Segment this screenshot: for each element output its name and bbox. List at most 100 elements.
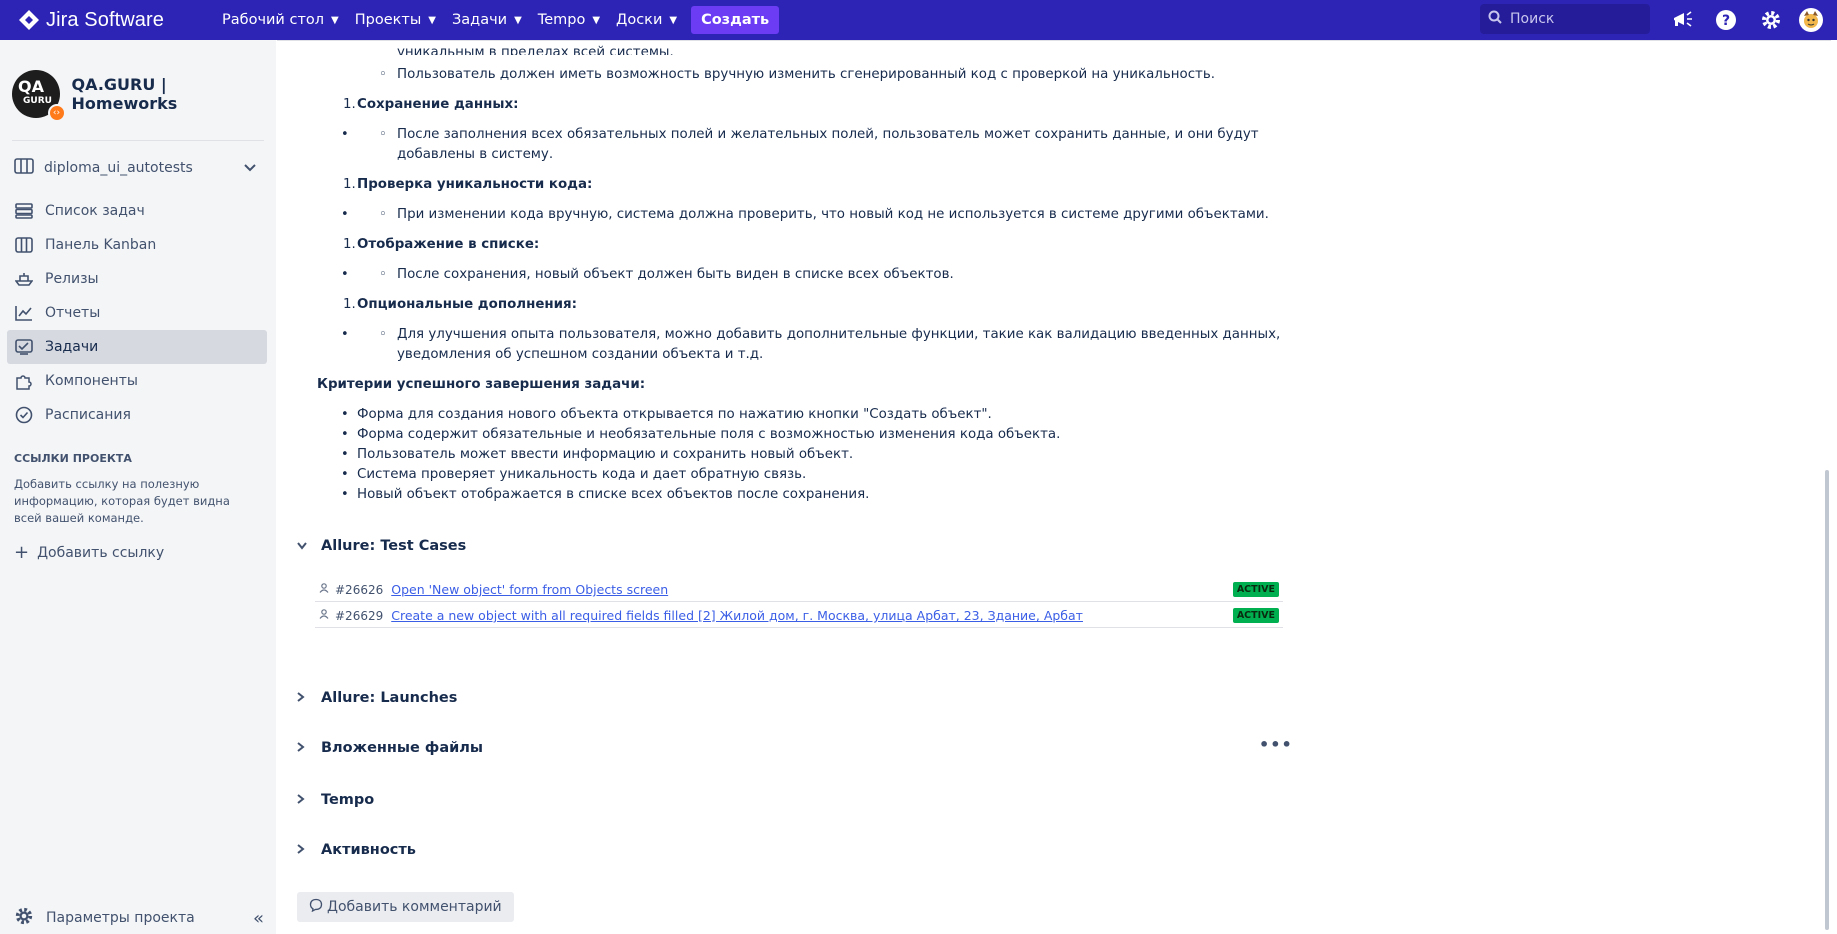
description-line: Пользователь должен иметь возможность вр… [397, 67, 1216, 82]
sidebar-item-label: Компоненты [45, 373, 138, 389]
list-marker: ◦ [379, 267, 387, 282]
nav-tempo[interactable]: Tempo ▼ [530, 5, 608, 35]
top-navigation-bar: Jira Software Рабочий стол ▼ Проекты ▼ Зад… [0, 0, 1837, 40]
list-number: 1. [343, 237, 356, 252]
clock-icon [13, 406, 35, 424]
board-name: diploma_ui_autotests [44, 160, 193, 176]
description-line: Для улучшения опыта пользователя, можно … [397, 327, 1281, 342]
section-tempo[interactable]: Tempo [297, 792, 374, 808]
nav-boards[interactable]: Доски ▼ [608, 5, 685, 35]
project-header[interactable]: QA GURU ‹› QA.GURU | Homeworks [12, 70, 276, 122]
search-input[interactable] [1510, 11, 1640, 27]
section-attachments[interactable]: Вложенные файлы [297, 740, 483, 756]
search-box[interactable] [1480, 4, 1650, 34]
test-case-link[interactable]: Create a new object with all required fi… [391, 608, 1083, 623]
description-line: После заполнения всех обязательных полей… [397, 127, 1259, 142]
list-marker: ◦ [379, 67, 387, 82]
user-icon [319, 609, 333, 622]
test-case-link[interactable]: Open 'New object' form from Objects scre… [391, 582, 668, 597]
chevron-down-icon: ▼ [331, 14, 339, 26]
add-link-button[interactable]: + Добавить ссылку [14, 542, 164, 563]
chevron-down-icon: ▼ [592, 14, 601, 26]
list-marker: • [341, 467, 349, 482]
description-cut-line: уникальным в пределах всей системы. [397, 45, 674, 55]
sidebar-item-releases[interactable]: Релизы [7, 262, 267, 296]
list-marker: • [341, 327, 349, 342]
list-marker: ◦ [379, 127, 387, 142]
search-icon [1488, 10, 1502, 28]
list-marker: • [341, 487, 349, 502]
nav-dashboards[interactable]: Рабочий стол ▼ [214, 5, 347, 35]
nav-issues[interactable]: Задачи ▼ [444, 5, 530, 35]
test-case-row: #26626 Open 'New object' form from Objec… [315, 578, 1283, 602]
section-allure-test-cases[interactable]: Allure: Test Cases [297, 538, 466, 554]
user-icon [319, 583, 333, 596]
settings-gear-icon[interactable] [1758, 7, 1784, 33]
user-avatar[interactable] [1798, 7, 1824, 33]
avatar-text: GURU [23, 96, 52, 106]
chevron-down-icon: ▼ [428, 14, 436, 26]
chart-icon [13, 305, 35, 321]
sidebar-item-schedules[interactable]: Расписания [7, 398, 267, 432]
section-title: Allure: Test Cases [321, 538, 467, 554]
test-case-id: #26629 [335, 608, 384, 623]
list-number: 1. [343, 297, 356, 312]
project-settings-link[interactable]: Параметры проекта « [14, 906, 264, 930]
comment-icon [309, 898, 323, 916]
test-case-row: #26629 Create a new object with all requ… [315, 604, 1283, 628]
collapse-sidebar-icon[interactable]: « [253, 908, 264, 929]
sidebar-item-label: Задачи [45, 339, 99, 355]
create-button[interactable]: Создать [691, 6, 780, 34]
sidebar-item-backlog[interactable]: Список задач [7, 194, 267, 228]
jira-logo[interactable]: Jira Software [18, 9, 214, 32]
list-number: 1. [343, 97, 356, 112]
status-badge: ACTIVE [1232, 608, 1279, 623]
criteria-item: Форма содержит обязательные и необязател… [357, 427, 1061, 442]
nav-label: Tempo [537, 12, 586, 28]
list-marker: • [341, 427, 349, 442]
megaphone-icon[interactable] [1670, 7, 1696, 33]
sidebar-item-components[interactable]: Компоненты [7, 364, 267, 398]
gear-icon [14, 906, 34, 930]
sidebar-item-reports[interactable]: Отчеты [7, 296, 267, 330]
add-comment-button[interactable]: Добавить комментарий [297, 892, 514, 922]
code-badge-icon: ‹› [47, 104, 66, 122]
description-heading: Отображение в списке: [357, 237, 540, 252]
nav-label: Доски [616, 12, 663, 28]
project-settings-label: Параметры проекта [46, 910, 195, 926]
board-selector[interactable]: diploma_ui_autotests [14, 156, 264, 180]
list-marker: ◦ [379, 327, 387, 342]
list-marker: • [341, 127, 349, 142]
nav-label: Рабочий стол [222, 12, 325, 28]
sidebar-item-kanban[interactable]: Панель Kanban [7, 228, 267, 262]
chevron-right-icon [297, 691, 311, 705]
sidebar-item-label: Список задач [45, 203, 145, 219]
project-name: QA.GURU | Homeworks [71, 75, 178, 113]
chevron-down-icon [297, 540, 311, 553]
ship-icon [13, 271, 35, 287]
add-link-label: Добавить ссылку [37, 544, 165, 561]
list-marker: • [341, 207, 349, 222]
nav-projects[interactable]: Проекты ▼ [347, 5, 444, 35]
section-allure-launches[interactable]: Allure: Launches [297, 690, 457, 706]
vertical-scrollbar[interactable] [1825, 470, 1829, 930]
chevron-down-icon [244, 160, 256, 176]
list-marker: • [341, 407, 349, 422]
issues-icon [13, 339, 35, 355]
sidebar-item-issues[interactable]: Задачи [7, 330, 267, 364]
nav-label: Проекты [354, 12, 422, 28]
section-title: Tempo [321, 792, 375, 808]
section-activity[interactable]: Активность [297, 842, 416, 858]
description-line: уведомления об успешном создании объекта… [397, 347, 764, 362]
test-case-id: #26626 [335, 582, 384, 597]
description-heading: Опциональные дополнения: [357, 297, 578, 312]
help-icon[interactable]: ? [1713, 7, 1739, 33]
project-links-note: Добавить ссылку на полезную информацию, … [14, 477, 230, 525]
chevron-right-icon [297, 741, 311, 755]
description-line: После сохранения, новый объект должен бы… [397, 267, 954, 282]
jira-diamond-icon [18, 9, 40, 31]
description-line: добавлены в систему. [397, 147, 554, 162]
project-avatar: QA GURU ‹› [12, 70, 66, 122]
attachments-more-button[interactable]: ••• [1259, 735, 1293, 754]
sidebar-item-label: Панель Kanban [45, 237, 157, 253]
